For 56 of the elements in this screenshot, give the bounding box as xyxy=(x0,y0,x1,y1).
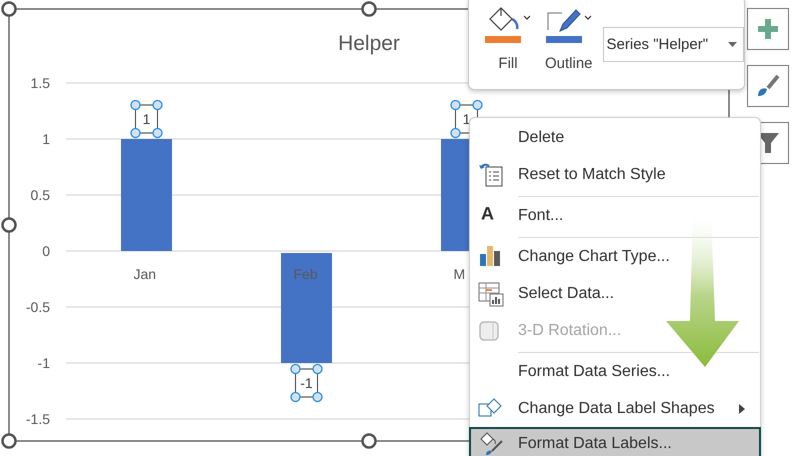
axis-label: 1 xyxy=(42,131,50,147)
axis-label: 1.5 xyxy=(30,75,50,91)
menu-item[interactable]: Select Data... xyxy=(469,275,761,312)
category-label: M xyxy=(454,266,466,282)
menu-item[interactable]: Change Data Label Shapes xyxy=(469,390,761,427)
chart-styles-button[interactable] xyxy=(747,65,789,107)
selection-handle[interactable] xyxy=(450,100,461,110)
menu-item[interactable]: Reset to Match Style xyxy=(469,156,761,193)
chart-element-dropdown[interactable]: Series "Helper" xyxy=(602,27,744,62)
menu-item[interactable]: Format Data Labels... xyxy=(469,427,761,456)
selection-handle[interactable] xyxy=(152,100,163,110)
selection-handle[interactable] xyxy=(130,100,141,110)
add-element-button[interactable] xyxy=(747,8,789,50)
axis-label: -1.5 xyxy=(26,411,50,427)
selection-handle[interactable] xyxy=(450,128,461,138)
selection-handle[interactable] xyxy=(290,392,301,402)
dropdown-value: Series "Helper" xyxy=(606,36,708,53)
dropdown-caret-icon xyxy=(728,42,737,47)
reset-list-icon xyxy=(478,162,504,188)
label-selection-frame[interactable] xyxy=(135,104,158,134)
resize-handle[interactable] xyxy=(361,433,377,449)
menu-item[interactable]: Change Chart Type... xyxy=(469,234,761,275)
selection-handle[interactable] xyxy=(312,392,323,402)
fill-button[interactable]: Fill xyxy=(481,5,535,72)
category-label: Feb xyxy=(294,266,318,282)
resize-handle[interactable] xyxy=(1,433,17,449)
resize-handle[interactable] xyxy=(361,1,377,17)
axis-label: -0.5 xyxy=(26,299,50,315)
chevron-icon xyxy=(523,15,531,21)
selection-handle[interactable] xyxy=(472,100,483,110)
axis-label: 0.5 xyxy=(30,187,50,203)
category-label: Jan xyxy=(134,266,156,282)
data-label[interactable]: 1 xyxy=(462,111,470,127)
axis-label: 0 xyxy=(42,243,50,259)
cube-icon xyxy=(478,320,500,342)
paint-brush-icon xyxy=(756,74,780,98)
outline-button[interactable]: Outline xyxy=(541,5,597,72)
menu-item[interactable]: Format Data Series... xyxy=(469,349,761,390)
selection-handle[interactable] xyxy=(152,128,163,138)
table-chart-icon xyxy=(478,280,504,306)
paint-brush-icon xyxy=(478,431,504,456)
selection-handle[interactable] xyxy=(312,364,323,374)
label-selection-frame[interactable] xyxy=(295,368,318,398)
resize-handle[interactable] xyxy=(1,1,17,17)
chart-title: Helper xyxy=(338,32,400,55)
menu-item[interactable]: Delete xyxy=(469,119,761,156)
selection-handle[interactable] xyxy=(290,364,301,374)
axis-label: -1 xyxy=(38,355,50,371)
font-glyph: A xyxy=(480,203,494,224)
plus-icon xyxy=(758,19,778,39)
data-label[interactable]: 1 xyxy=(142,111,150,127)
menu-item[interactable]: A Font... xyxy=(469,193,761,234)
resize-handle[interactable] xyxy=(1,217,17,233)
data-label[interactable]: -1 xyxy=(300,375,313,391)
selection-handle[interactable] xyxy=(130,128,141,138)
chevron-icon xyxy=(584,15,592,21)
